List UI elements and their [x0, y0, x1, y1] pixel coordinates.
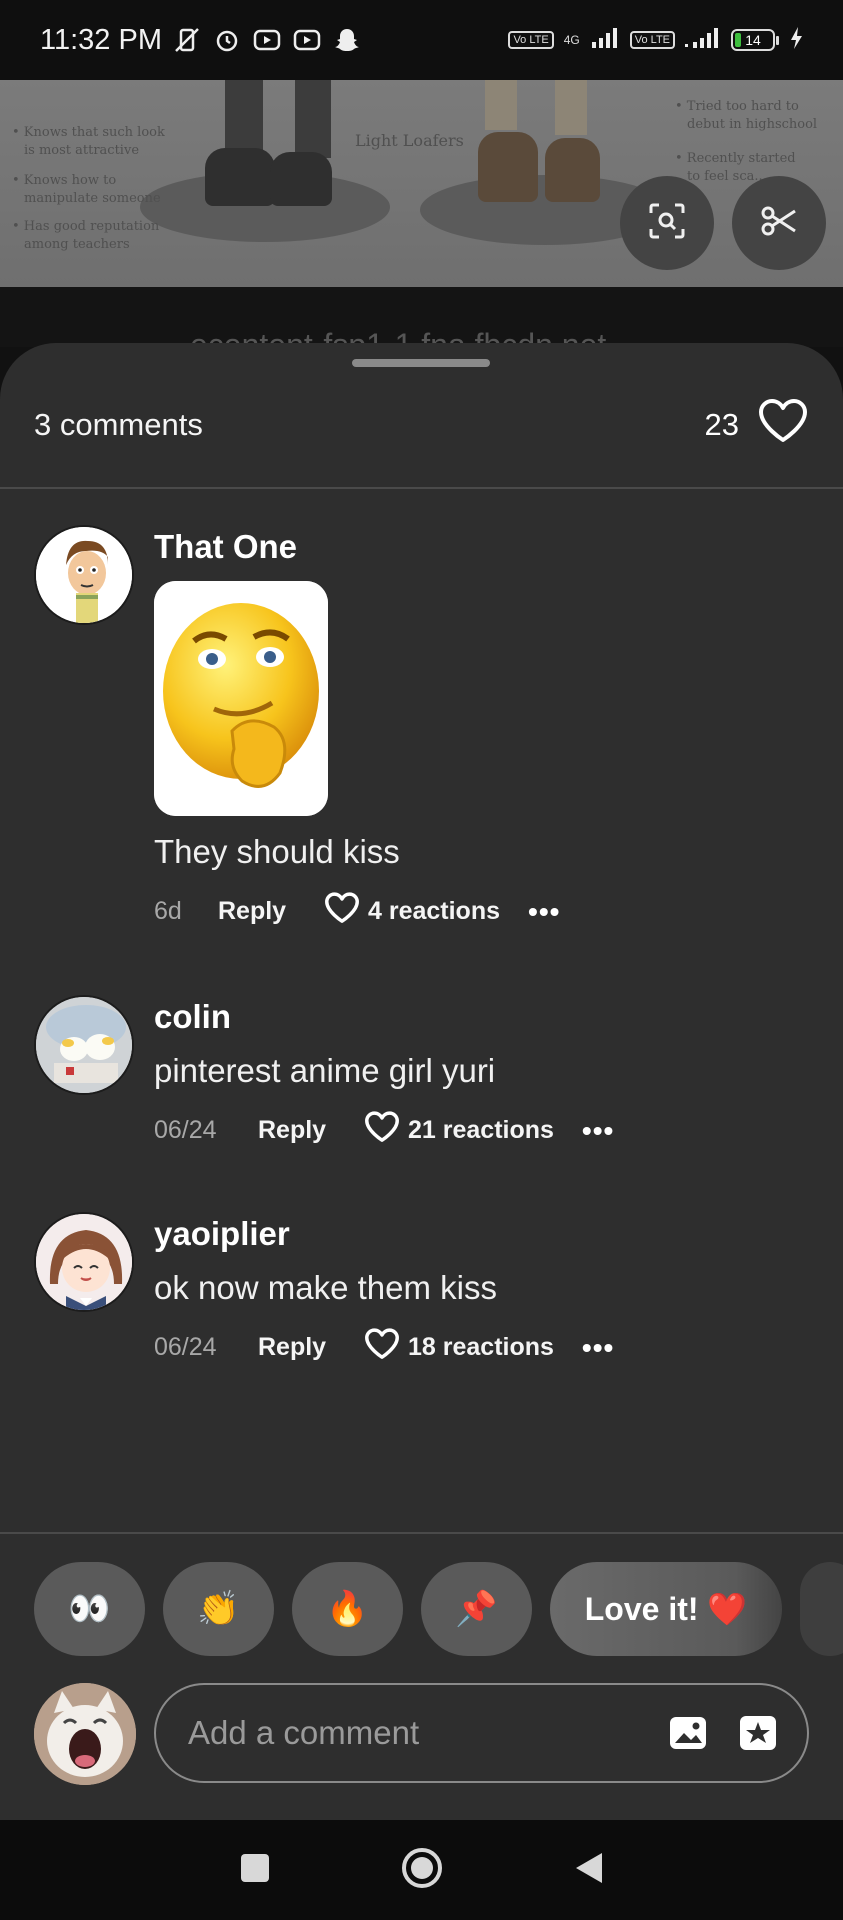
pin-label: is most attractive [24, 143, 140, 158]
comment-text: pinterest anime girl yuri [154, 1052, 496, 1089]
battery-indicator: 14 [731, 29, 779, 51]
reactions-count: 21 reactions [408, 1116, 554, 1144]
home-icon[interactable] [400, 1846, 444, 1895]
comment-sticker[interactable] [154, 581, 328, 816]
quick-reaction-love-it[interactable]: Love it! ❤️ [550, 1562, 782, 1656]
commenter-name[interactable]: colin [154, 995, 809, 1039]
more-options-icon[interactable]: ••• [528, 896, 560, 928]
charging-bolt-icon [789, 26, 803, 55]
reactions-count: 18 reactions [408, 1333, 554, 1361]
notification-icons [172, 25, 362, 55]
quick-reaction-pin[interactable]: 📌 [421, 1562, 532, 1656]
pin-label: • Recently started [675, 151, 796, 166]
crop-button[interactable] [732, 176, 826, 270]
pin-label: Light Loafers [355, 131, 464, 150]
likes-count: 23 [704, 407, 739, 442]
pin-label: • Tried too hard to [675, 99, 799, 114]
comment-meta: 06/24 Reply 18 reactions ••• [154, 1328, 809, 1367]
quick-reactions: 👀 👏 🔥 📌 Love it! ❤️ [34, 1562, 843, 1656]
comment-time: 06/24 [154, 1333, 217, 1361]
pin-label: • Has good reputation [12, 219, 160, 234]
reactions-count: 4 reactions [368, 897, 501, 925]
volte-badge: Vo LTE [508, 31, 554, 49]
pin-label: • Knows how to [12, 173, 117, 188]
more-options-icon[interactable]: ••• [582, 1115, 614, 1147]
comment-input-placeholder: Add a comment [188, 1714, 420, 1751]
heart-icon [364, 1328, 400, 1367]
comment-meta: 06/24 Reply 21 reactions ••• [154, 1111, 809, 1150]
pin-source-band: ecentent-fsp1-1.fna.fbcdn.net [0, 287, 843, 347]
status-bar: 11:32 PM Vo LTE 4G Vo LTE 14 [0, 0, 843, 80]
sheet-header: 3 comments 23 [34, 395, 809, 455]
quick-reaction-more[interactable] [800, 1562, 843, 1656]
system-nav-bar [0, 1820, 843, 1920]
pin-label: among teachers [24, 237, 130, 252]
quick-reaction-eyes[interactable]: 👀 [34, 1562, 145, 1656]
system-icons: Vo LTE 4G Vo LTE 14 [508, 26, 803, 55]
pin-label: debut in highschool [687, 117, 818, 132]
heart-icon[interactable] [757, 398, 809, 452]
reactions-button[interactable]: 21 reactions [364, 1111, 554, 1150]
avatar[interactable] [34, 1683, 136, 1785]
composer-divider [0, 1532, 843, 1534]
comment-text: They should kiss [154, 833, 400, 870]
reply-button[interactable]: Reply [258, 1116, 364, 1145]
commenter-name[interactable]: That One [154, 525, 809, 569]
comment-composer: Add a comment [34, 1683, 809, 1787]
visual-search-icon [645, 199, 689, 248]
reactions-button[interactable]: 4 reactions [324, 892, 500, 931]
heart-icon [364, 1111, 400, 1150]
youtube-icon [252, 25, 282, 55]
comment-meta: 6d Reply 4 reactions ••• [154, 892, 809, 931]
visual-search-button[interactable] [620, 176, 714, 270]
pin-image[interactable]: • Knows that such look is most attractiv… [0, 80, 843, 287]
avatar[interactable] [34, 995, 134, 1095]
avatar[interactable] [34, 525, 134, 625]
back-icon[interactable] [572, 1850, 606, 1891]
comments-sheet: 3 comments 23 That One They should kiss … [0, 343, 843, 1820]
header-divider [0, 487, 843, 489]
alarm-icon [212, 25, 242, 55]
status-time: 11:32 PM [40, 23, 162, 56]
network-type: 4G [563, 33, 580, 47]
more-options-icon[interactable]: ••• [582, 1332, 614, 1364]
reply-button[interactable]: Reply [218, 897, 324, 926]
comment-text: ok now make them kiss [154, 1269, 497, 1306]
signal-icon [685, 26, 721, 55]
vibrate-off-icon [172, 25, 202, 55]
quick-reaction-clap[interactable]: 👏 [163, 1562, 274, 1656]
signal-icon [590, 26, 620, 55]
comment-time: 6d [154, 897, 182, 925]
sticker-icon[interactable] [737, 1712, 779, 1754]
avatar[interactable] [34, 1212, 134, 1312]
comment-time: 06/24 [154, 1116, 217, 1144]
sheet-drag-handle[interactable] [352, 359, 490, 367]
image-icon[interactable] [667, 1712, 709, 1754]
comment-input[interactable]: Add a comment [154, 1683, 809, 1783]
heart-icon [324, 892, 360, 931]
pin-label: • Knows that such look [12, 125, 165, 140]
battery-percent: 14 [745, 32, 761, 48]
recents-icon[interactable] [238, 1851, 272, 1890]
snapchat-icon [332, 25, 362, 55]
youtube-icon [292, 25, 322, 55]
quick-reaction-fire[interactable]: 🔥 [292, 1562, 403, 1656]
comments-count: 3 comments [34, 407, 203, 442]
reactions-button[interactable]: 18 reactions [364, 1328, 554, 1367]
scissors-icon [757, 199, 801, 248]
pin-label: manipulate someone [24, 191, 161, 206]
volte-badge: Vo LTE [629, 31, 675, 49]
reply-button[interactable]: Reply [258, 1333, 364, 1362]
pin-likes: 23 [705, 398, 809, 452]
commenter-name[interactable]: yaoiplier [154, 1212, 809, 1256]
